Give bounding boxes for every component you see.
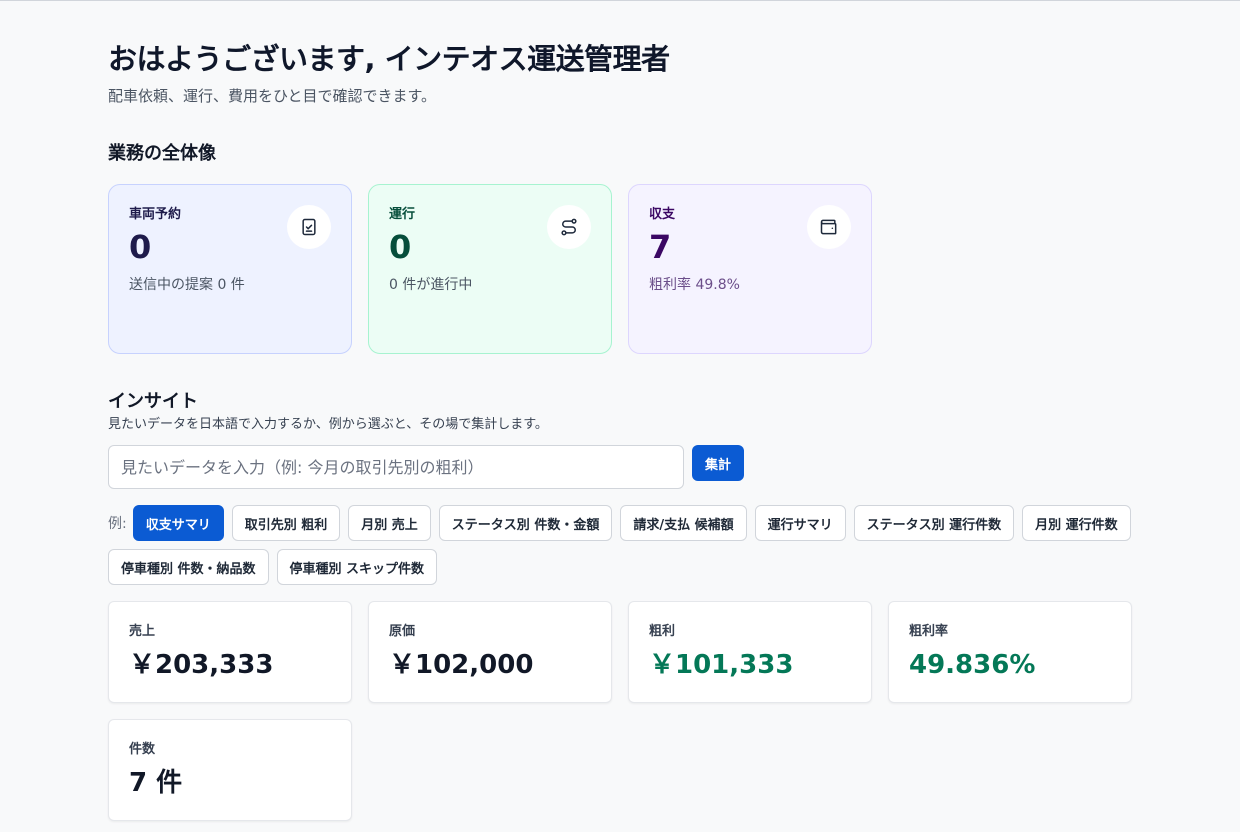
metric-label: 件数 (129, 742, 156, 757)
metric-card-gross-profit: 粗利 ￥101,333 (628, 601, 872, 703)
overview-card-finance[interactable]: 収支 7 粗利率 49.8% (628, 184, 872, 354)
example-chip-count-amount-by-status[interactable]: ステータス別 件数・金額 (438, 505, 613, 541)
metric-value: 7 件 (129, 768, 183, 798)
metric-value: ￥203,333 (129, 650, 274, 680)
overview-cards: 車両予約 0 送信中の提案 0 件 運行 0 0 件が進行中 収支 7 粗利率 … (108, 184, 1132, 354)
insight-description: 見たいデータを日本語で入力するか、例から選ぶと、その場で集計します。 (108, 417, 548, 432)
examples-label: 例: (108, 516, 127, 532)
aggregate-button[interactable]: 集計 (692, 445, 744, 481)
metric-value: 49.836% (909, 650, 1036, 680)
overview-card-note: 粗利率 49.8% (649, 277, 740, 293)
example-chip-operations-by-status[interactable]: ステータス別 運行件数 (853, 505, 1015, 541)
example-chip-billing-payment-candidates[interactable]: 請求/支払 候補額 (620, 505, 747, 541)
metric-label: 原価 (389, 624, 416, 639)
metric-label: 粗利 (649, 624, 676, 639)
overview-title: 業務の全体像 (108, 143, 216, 164)
overview-card-operations[interactable]: 運行 0 0 件が進行中 (368, 184, 612, 354)
clipboard-check-icon (287, 205, 331, 249)
top-divider (0, 0, 1240, 1)
overview-card-note: 0 件が進行中 (389, 277, 473, 293)
insight-query-row: 集計 (108, 445, 1132, 489)
example-chip-skips-by-stop-type[interactable]: 停車種別 スキップ件数 (276, 549, 438, 585)
insight-title: インサイト (108, 391, 198, 412)
overview-card-note: 送信中の提案 0 件 (129, 277, 245, 293)
example-chip-profit-by-client[interactable]: 取引先別 粗利 (231, 505, 341, 541)
dashboard-main: おはようございます, インテオス運送管理者 配車依頼、運行、費用をひと目で確認で… (108, 40, 1132, 821)
example-chips: 例: 収支サマリ 取引先別 粗利 月別 売上 ステータス別 件数・金額 請求/支… (108, 505, 1132, 585)
example-chip-stops-by-type[interactable]: 停車種別 件数・納品数 (108, 549, 269, 585)
page-subtitle: 配車依頼、運行、費用をひと目で確認できます。 (108, 87, 437, 105)
metric-card-gross-margin: 粗利率 49.836% (888, 601, 1132, 703)
page-title: おはようございます, インテオス運送管理者 (108, 42, 670, 76)
metric-value: ￥102,000 (389, 650, 534, 680)
metric-value: ￥101,333 (649, 650, 794, 680)
route-icon (547, 205, 591, 249)
overview-card-vehicle-booking[interactable]: 車両予約 0 送信中の提案 0 件 (108, 184, 352, 354)
metric-card-count: 件数 7 件 (108, 719, 352, 821)
wallet-icon (807, 205, 851, 249)
example-chip-finance-summary[interactable]: 収支サマリ (132, 505, 224, 541)
example-chip-sales-by-month[interactable]: 月別 売上 (348, 505, 431, 541)
insight-metric-cards: 売上 ￥203,333 原価 ￥102,000 粗利 ￥101,333 粗利率 … (108, 601, 1148, 821)
example-chip-operations-by-month[interactable]: 月別 運行件数 (1022, 505, 1131, 541)
metric-label: 売上 (129, 624, 156, 639)
insight-query-input[interactable] (108, 445, 684, 489)
metric-label: 粗利率 (909, 624, 949, 639)
metric-card-cost: 原価 ￥102,000 (368, 601, 612, 703)
example-chip-operations-summary[interactable]: 運行サマリ (754, 505, 846, 541)
metric-card-sales: 売上 ￥203,333 (108, 601, 352, 703)
